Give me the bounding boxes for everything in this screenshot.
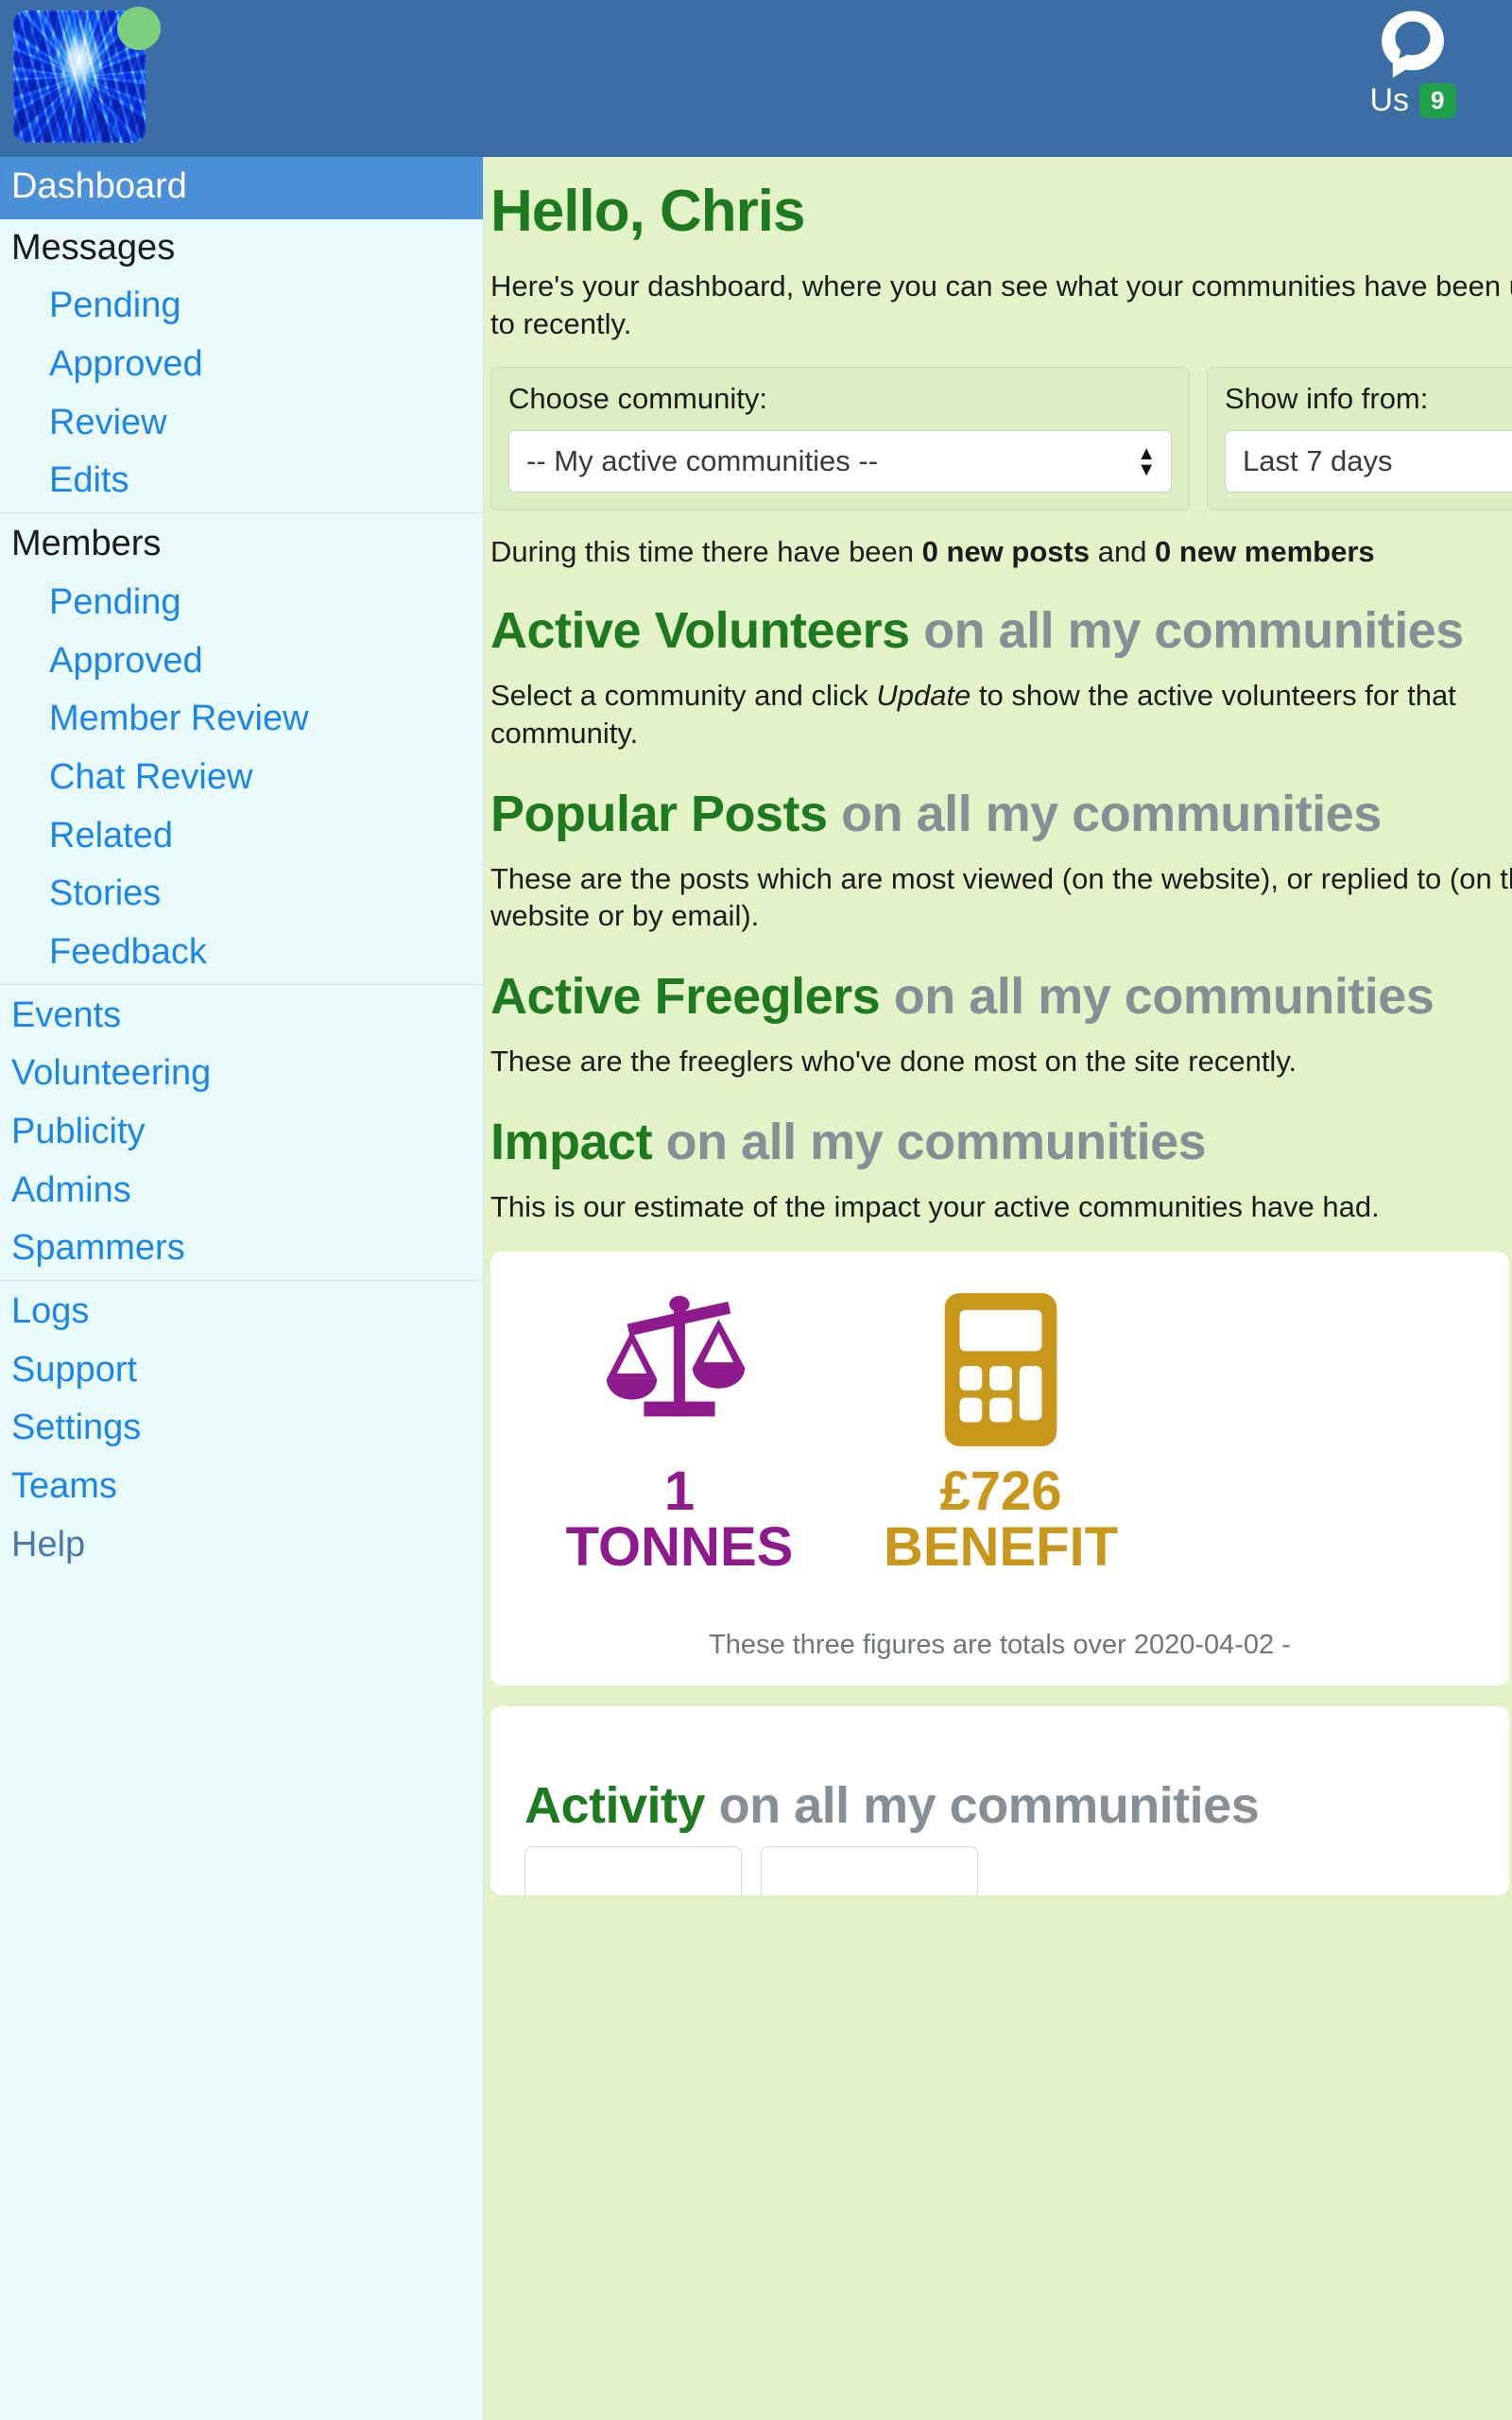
activity-control-2[interactable] xyxy=(761,1846,978,1896)
us-chat-button[interactable]: Us 9 xyxy=(1342,8,1484,118)
sidebar-group-label-members: Members xyxy=(11,524,162,564)
during-mid: and xyxy=(1090,535,1156,569)
new-members-count: 0 new members xyxy=(1155,535,1375,569)
dashboard-intro-text: Here's your dashboard, where you can see… xyxy=(490,269,1512,340)
section-heading-active-volunteers: Active Volunteers on all my communities xyxy=(485,569,1512,660)
sidebar-divider xyxy=(0,983,483,985)
impact-card-footnote: These three figures are totals over 2020… xyxy=(709,1630,1291,1661)
sidebar: Dashboard Messages Pending Approved Revi… xyxy=(0,157,484,2420)
timeframe-selector-card: Show info from: Last 7 days xyxy=(1207,367,1512,511)
filter-bar: Choose community: -- My active communiti… xyxy=(485,342,1512,511)
section-heading-impact: Impact on all my communities xyxy=(485,1080,1512,1171)
section-title-grey: on all my communities xyxy=(893,968,1435,1026)
new-posts-count: 0 new posts xyxy=(921,535,1091,569)
sidebar-item-dashboard[interactable]: Dashboard xyxy=(0,157,483,219)
sidebar-item-members-stories[interactable]: Stories xyxy=(0,865,483,924)
impact-benefit-label: BENEFIT xyxy=(883,1516,1119,1579)
community-selector-label: Choose community: xyxy=(508,382,767,416)
community-select-value: -- My active communities -- xyxy=(526,444,879,478)
section-desc-popular-posts: These are the posts which are most viewe… xyxy=(490,861,1512,933)
sidebar-item-publicity[interactable]: Publicity xyxy=(0,1103,483,1162)
section-title-green: Impact xyxy=(490,1113,653,1170)
top-bar: Us 9 xyxy=(0,0,1512,157)
section-title-grey: on all my communities xyxy=(718,1777,1260,1835)
page-title: Hello, Chris xyxy=(490,179,806,244)
sidebar-item-members-member-review[interactable]: Member Review xyxy=(0,690,483,749)
sidebar-item-teams[interactable]: Teams xyxy=(0,1458,483,1516)
sidebar-item-support[interactable]: Support xyxy=(0,1341,483,1400)
us-badge-count: 9 xyxy=(1419,83,1456,118)
community-selector-card: Choose community: -- My active communiti… xyxy=(490,367,1190,511)
community-select[interactable]: -- My active communities -- ▲ ▼ xyxy=(508,430,1172,493)
impact-card: 1 TONNES £726 BENEFIT These three figure… xyxy=(490,1252,1509,1686)
sidebar-group-members: Members Pending Approved Member Review C… xyxy=(0,515,483,982)
activity-card: Activity on all my communities xyxy=(490,1706,1509,1896)
impact-tonnes-value: 1 xyxy=(663,1461,696,1523)
section-title-green: Active Volunteers xyxy=(490,602,910,660)
section-desc-active-volunteers: Select a community and click Update to s… xyxy=(490,679,1456,751)
sidebar-group-messages: Messages Pending Approved Review Edits xyxy=(0,219,483,510)
avatar[interactable] xyxy=(13,7,161,143)
sidebar-item-messages-approved[interactable]: Approved xyxy=(0,336,483,394)
timeframe-select-value: Last 7 days xyxy=(1243,444,1393,478)
update-emphasis: Update xyxy=(876,679,971,713)
sidebar-item-events[interactable]: Events xyxy=(0,987,483,1046)
sidebar-item-messages-pending[interactable]: Pending xyxy=(0,277,483,336)
section-desc-active-freeglers: These are the freeglers who've done most… xyxy=(490,1045,1297,1079)
sidebar-item-spammers[interactable]: Spammers xyxy=(0,1219,483,1278)
sidebar-item-members-chat-review[interactable]: Chat Review xyxy=(0,749,483,807)
balance-scales-icon xyxy=(606,1296,746,1417)
section-desc-impact: This is our estimate of the impact your … xyxy=(490,1189,1380,1223)
sidebar-item-messages-edits[interactable]: Edits xyxy=(0,452,483,510)
chat-bubble-icon xyxy=(1382,10,1444,78)
sidebar-item-admins[interactable]: Admins xyxy=(0,1162,483,1220)
activity-controls-row xyxy=(490,1835,1509,1896)
sidebar-item-logs[interactable]: Logs xyxy=(0,1283,483,1341)
section-heading-popular-posts: Popular Posts on all my communities xyxy=(485,752,1512,843)
impact-stat-benefit: £726 BENEFIT xyxy=(840,1289,1161,1577)
impact-tonnes-label: TONNES xyxy=(565,1516,794,1579)
us-label: Us xyxy=(1369,82,1410,119)
sidebar-item-members-approved[interactable]: Approved xyxy=(0,632,483,691)
sidebar-item-members-pending[interactable]: Pending xyxy=(0,574,483,632)
activity-control-1[interactable] xyxy=(524,1846,742,1896)
section-title-green: Popular Posts xyxy=(490,785,828,842)
sidebar-item-members-feedback[interactable]: Feedback xyxy=(0,924,483,982)
activity-summary-text: During this time there have been 0 new p… xyxy=(485,510,1512,569)
chevron-updown-icon: ▲ ▼ xyxy=(1137,443,1156,481)
timeframe-selector-label: Show info from: xyxy=(1225,382,1429,416)
section-title-green: Activity xyxy=(524,1777,706,1835)
sidebar-item-members-related[interactable]: Related xyxy=(0,807,483,866)
section-title-grey: on all my communities xyxy=(665,1113,1207,1170)
impact-stat-tonnes: 1 TONNES xyxy=(519,1289,840,1577)
sidebar-item-messages-review[interactable]: Review xyxy=(0,394,483,453)
sidebar-item-help[interactable]: Help xyxy=(0,1516,483,1575)
section-title-grey: on all my communities xyxy=(841,785,1382,842)
section-title-grey: on all my communities xyxy=(923,602,1464,660)
main-content: Hello, Chris Here's your dashboard, wher… xyxy=(485,157,1512,2420)
impact-stats-row: 1 TONNES £726 BENEFIT xyxy=(490,1289,1509,1577)
sidebar-item-volunteering[interactable]: Volunteering xyxy=(0,1045,483,1103)
section-heading-activity: Activity on all my communities xyxy=(490,1744,1509,1835)
sidebar-divider xyxy=(0,512,483,514)
sidebar-item-settings[interactable]: Settings xyxy=(0,1399,483,1458)
during-prefix: During this time there have been xyxy=(490,535,922,569)
section-title-green: Active Freeglers xyxy=(490,968,881,1026)
section-heading-active-freeglers: Active Freeglers on all my communities xyxy=(485,935,1512,1026)
sidebar-divider xyxy=(0,1280,483,1282)
impact-benefit-value: £726 xyxy=(939,1461,1062,1523)
calculator-icon xyxy=(944,1293,1057,1447)
timeframe-select[interactable]: Last 7 days xyxy=(1225,430,1512,493)
online-status-dot xyxy=(117,7,161,50)
sidebar-group-label-messages: Messages xyxy=(11,227,176,268)
